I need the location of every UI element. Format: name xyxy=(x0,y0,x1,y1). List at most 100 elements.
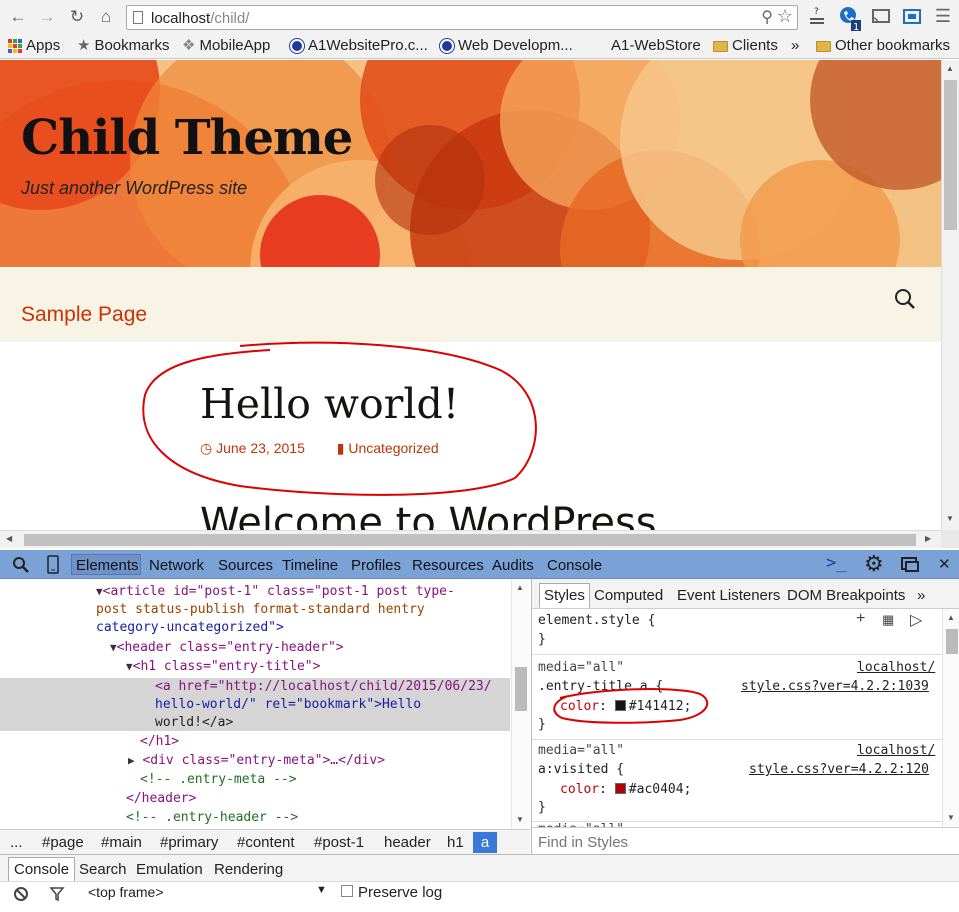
bookmarks-overflow[interactable]: » xyxy=(791,36,799,56)
drawer-tab-rendering[interactable]: Rendering xyxy=(214,861,283,878)
color-swatch[interactable] xyxy=(614,700,626,711)
rule1-source-host[interactable]: localhost/ xyxy=(857,660,935,675)
rule1-source-file[interactable]: style.css?ver=4.2.2:1039 xyxy=(741,679,929,694)
scroll-up-icon[interactable]: ▲ xyxy=(516,583,524,592)
post-date[interactable]: ◷ June 23, 2015 xyxy=(200,440,319,456)
skype-extension-icon[interactable]: 1 xyxy=(838,6,862,33)
reload-icon[interactable]: ↻ xyxy=(66,6,88,28)
bookmark-a1-webstore[interactable]: A1-WebStore xyxy=(611,36,701,56)
collapse-triangle-icon[interactable]: ▼ xyxy=(96,585,103,598)
toggle-state-icon[interactable]: ▦ xyxy=(882,612,894,628)
collapse-triangle-icon[interactable]: ▼ xyxy=(110,641,117,654)
scroll-left-icon[interactable]: ◀ xyxy=(6,534,12,543)
console-drawer-icon[interactable]: >_ xyxy=(826,553,846,573)
preserve-log-checkbox[interactable] xyxy=(341,885,353,897)
drawer-tab-console[interactable]: Console xyxy=(8,857,76,882)
scroll-up-icon[interactable]: ▲ xyxy=(946,64,954,73)
tab-event-listeners[interactable]: Event Listeners xyxy=(677,587,780,604)
dom-a-line[interactable]: world!</a> xyxy=(155,714,233,732)
bookmark-apps[interactable]: Apps xyxy=(8,36,60,56)
tab-console[interactable]: Console xyxy=(547,557,602,574)
scrollbar-thumb[interactable] xyxy=(944,80,957,230)
drawer-tab-search[interactable]: Search xyxy=(79,861,127,878)
frame-select[interactable]: <top frame> xyxy=(88,884,164,900)
scroll-down-icon[interactable]: ▼ xyxy=(516,815,524,824)
rule2-declaration[interactable]: color: #ac0404; xyxy=(560,782,691,797)
inspect-search-icon[interactable] xyxy=(12,556,30,574)
menu-item-sample-page[interactable]: Sample Page xyxy=(21,303,147,327)
dom-a-line[interactable]: <a href="http://localhost/child/2015/06/… xyxy=(155,678,492,696)
filter-icon[interactable] xyxy=(49,886,65,902)
expand-triangle-icon[interactable]: ▶ xyxy=(128,754,135,767)
color-swatch[interactable] xyxy=(614,783,626,794)
css-value[interactable]: #141412 xyxy=(629,699,684,714)
tab-elements[interactable]: Elements xyxy=(76,557,139,574)
screen-capture-icon[interactable] xyxy=(901,6,923,28)
post-title[interactable]: Hello world! xyxy=(200,380,459,428)
dom-article-line[interactable]: ▼<article id="post-1" class="post-1 post… xyxy=(96,583,455,601)
tab-network[interactable]: Network xyxy=(149,557,204,574)
tab-audits[interactable]: Audits xyxy=(492,557,534,574)
forward-arrow-icon[interactable]: → xyxy=(36,6,58,28)
bookmark-a1websitepro[interactable]: A1WebsitePro.c... xyxy=(290,36,428,56)
dom-header-close[interactable]: </header> xyxy=(126,790,196,808)
scroll-right-icon[interactable]: ▶ xyxy=(925,534,931,543)
next-post-title[interactable]: Welcome to WordPress xyxy=(200,500,657,530)
crumb-primary[interactable]: #primary xyxy=(160,834,218,851)
scrollbar-thumb[interactable] xyxy=(946,629,958,654)
crumb-a-selected[interactable]: a xyxy=(473,832,497,853)
scrollbar-thumb[interactable] xyxy=(515,667,527,711)
bookmark-other-bookmarks[interactable]: Other bookmarks xyxy=(816,36,950,56)
page-vertical-scrollbar[interactable]: ▲ ▼ xyxy=(941,60,959,530)
element-style-selector[interactable]: element.style { xyxy=(538,613,655,628)
tab-profiles[interactable]: Profiles xyxy=(351,557,401,574)
scroll-down-icon[interactable]: ▼ xyxy=(946,514,954,523)
bookmark-mobileapp[interactable]: ❖ MobileApp xyxy=(182,36,270,56)
tab-timeline[interactable]: Timeline xyxy=(282,557,338,574)
dom-div-line[interactable]: ▶ <div class="entry-meta">…</div> xyxy=(128,752,385,770)
tab-computed[interactable]: Computed xyxy=(594,587,663,604)
css-value[interactable]: #ac0404 xyxy=(629,782,684,797)
address-bar[interactable]: localhost/child/ ⚲ ☆ xyxy=(126,5,798,30)
rule2-source-file[interactable]: style.css?ver=4.2.2:120 xyxy=(749,762,929,777)
rule2-source-host[interactable]: localhost/ xyxy=(857,743,935,758)
search-icon[interactable] xyxy=(893,287,917,311)
back-arrow-icon[interactable]: ← xyxy=(7,6,29,28)
scrollbar-thumb[interactable] xyxy=(24,534,916,546)
tab-resources[interactable]: Resources xyxy=(412,557,484,574)
close-icon[interactable]: ✕ xyxy=(938,555,951,573)
zoom-icon[interactable]: ⚲ xyxy=(761,7,773,27)
crumb-header[interactable]: header xyxy=(384,834,431,851)
add-rule-icon[interactable]: + xyxy=(856,610,865,628)
rule1-selector[interactable]: .entry-title a { xyxy=(538,679,663,694)
cast-icon[interactable] xyxy=(870,6,892,28)
dom-comment[interactable]: <!-- .entry-header --> xyxy=(126,809,298,827)
url-text[interactable]: localhost/child/ xyxy=(151,10,249,27)
styles-tabs-overflow[interactable]: » xyxy=(917,587,925,604)
crumb-main[interactable]: #main xyxy=(101,834,142,851)
dom-h1-line[interactable]: ▼<h1 class="entry-title"> xyxy=(126,658,320,676)
find-in-styles-input[interactable] xyxy=(538,832,918,852)
dom-comment[interactable]: <!-- .entry-meta --> xyxy=(140,771,297,789)
dock-side-icon[interactable] xyxy=(900,556,922,574)
dropdown-arrow-icon[interactable]: ▼ xyxy=(316,884,327,896)
crumb-h1[interactable]: h1 xyxy=(447,834,464,851)
crumb-page[interactable]: #page xyxy=(42,834,84,851)
animation-play-icon[interactable]: ▷ xyxy=(910,610,922,630)
rule2-selector[interactable]: a:visited { xyxy=(538,762,624,777)
site-title[interactable]: Child Theme xyxy=(21,110,353,166)
bookmark-web-development[interactable]: Web Developm... xyxy=(440,36,573,56)
page-horizontal-scrollbar[interactable]: ◀ ▶ xyxy=(0,530,941,548)
device-mode-icon[interactable] xyxy=(46,555,60,574)
tab-dom-breakpoints[interactable]: DOM Breakpoints xyxy=(787,587,905,604)
rule1-declaration[interactable]: color: #141412; xyxy=(560,699,691,714)
tab-styles[interactable]: Styles xyxy=(539,583,590,608)
collapse-triangle-icon[interactable]: ▼ xyxy=(126,660,133,673)
crumb-ellipsis[interactable]: ... xyxy=(10,834,23,851)
home-icon[interactable]: ⌂ xyxy=(95,6,117,28)
bookmark-clients[interactable]: Clients xyxy=(713,36,778,56)
dom-h1-close[interactable]: </h1> xyxy=(140,733,179,751)
help-icon[interactable]: ? xyxy=(808,6,826,28)
dom-a-line[interactable]: hello-world/" rel="bookmark">Hello xyxy=(155,696,421,714)
clear-console-icon[interactable] xyxy=(13,886,29,902)
